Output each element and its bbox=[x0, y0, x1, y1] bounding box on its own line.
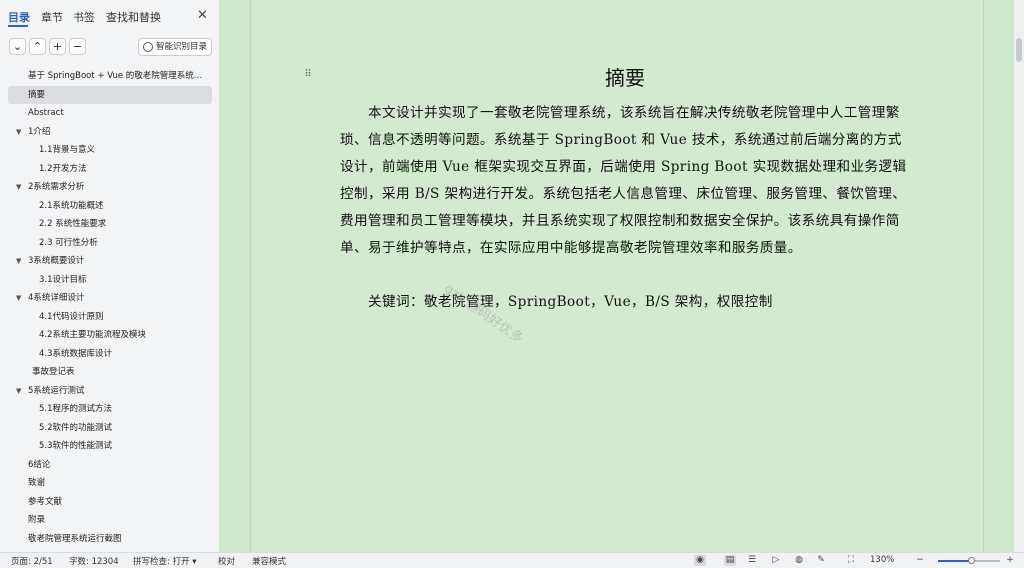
smart-toc-button[interactable]: 智能识别目录 bbox=[138, 38, 212, 56]
tab-toc[interactable]: 目录 bbox=[8, 9, 30, 25]
toc-item-label: 1.2开发方法 bbox=[39, 163, 87, 174]
expand-caret-icon[interactable]: ▼ bbox=[16, 382, 21, 401]
toc-item-label: 5.2软件的功能测试 bbox=[39, 422, 113, 433]
close-icon[interactable]: ✕ bbox=[197, 8, 208, 23]
toc-item[interactable]: 参考文献 bbox=[0, 493, 220, 512]
tab-find-replace[interactable]: 查找和替换 bbox=[106, 9, 161, 25]
toc-item[interactable]: ▼ 4系统详细设计 bbox=[0, 289, 220, 308]
drag-handle-icon[interactable]: ⠿ bbox=[302, 69, 314, 81]
page-view-icon[interactable]: ▤ bbox=[724, 555, 736, 566]
toc-item[interactable]: 附录 bbox=[0, 511, 220, 530]
plus-icon[interactable]: + bbox=[49, 38, 66, 55]
toc-item[interactable]: ▼ 1介绍 bbox=[0, 123, 220, 142]
toc-item-label: 6结论 bbox=[28, 459, 51, 470]
toc-item[interactable]: ▼ 3系统概要设计 bbox=[0, 252, 220, 271]
toc-item[interactable]: Abstract bbox=[0, 104, 220, 123]
toc-item[interactable]: 2.1系统功能概述 bbox=[0, 197, 220, 216]
toc-item-label: 事故登记表 bbox=[32, 367, 75, 377]
chevron-down-icon[interactable]: ⌄ bbox=[9, 38, 26, 55]
scrollbar-thumb[interactable] bbox=[1016, 38, 1022, 62]
expand-caret-icon[interactable]: ▼ bbox=[16, 252, 21, 271]
minus-icon[interactable]: − bbox=[69, 38, 86, 55]
vertical-scrollbar[interactable] bbox=[1014, 0, 1024, 552]
toc-item-label: 敬老院管理系统运行截图 bbox=[28, 533, 122, 544]
toc-item-label: Abstract bbox=[28, 108, 64, 118]
toc-item[interactable]: 摘要 bbox=[8, 85, 212, 104]
expand-caret-icon[interactable]: ▼ bbox=[16, 289, 21, 308]
spellcheck-label: 拼写检查: 打开 bbox=[133, 557, 190, 567]
word-count[interactable]: 字数: 12304 bbox=[69, 555, 119, 567]
play-icon[interactable]: ▷ bbox=[770, 555, 782, 566]
toc-item[interactable]: 1.1背景与意义 bbox=[0, 141, 220, 160]
eye-protection-icon[interactable]: ◉ bbox=[694, 555, 706, 566]
toc-item[interactable]: ▼ 5系统运行测试 bbox=[0, 382, 220, 401]
smart-recognize-icon bbox=[143, 42, 153, 52]
abstract-paragraph: 本文设计并实现了一套敬老院管理系统，该系统旨在解决传统敬老院管理中人工管理繁琐、… bbox=[340, 105, 907, 256]
outline-view-icon[interactable]: ☰ bbox=[746, 555, 758, 566]
toc-item-label: 4.3系统数据库设计 bbox=[39, 348, 113, 359]
zoom-out-icon[interactable]: − bbox=[914, 555, 926, 566]
toc-item[interactable]: 4.3系统数据库设计 bbox=[0, 345, 220, 364]
toc-item-label: 1.1背景与意义 bbox=[39, 145, 96, 155]
toc-item[interactable]: 致谢 bbox=[0, 474, 220, 493]
toc-item-label: 5.1程序的测试方法 bbox=[39, 404, 113, 414]
toc-item[interactable]: ▼ 2系统需求分析 bbox=[0, 178, 220, 197]
status-bar: 页面: 2/51 字数: 12304 拼写检查: 打开 ▾ 校对 兼容模式 ◉ … bbox=[0, 552, 1024, 568]
active-tab-indicator bbox=[8, 25, 28, 27]
toc-item[interactable]: 基于 SpringBoot + Vue 的敬老院管理系统的设计与实现 bbox=[0, 67, 220, 86]
toc-item-label: 4.2系统主要功能流程及模块 bbox=[39, 330, 147, 340]
toc-item[interactable]: 6结论 bbox=[0, 456, 220, 475]
toc-item-label: 摘要 bbox=[28, 89, 46, 100]
proofread-button[interactable]: 校对 bbox=[218, 555, 235, 567]
toc-item-label: 2.3 可行性分析 bbox=[39, 237, 98, 248]
expand-caret-icon[interactable]: ▼ bbox=[16, 178, 21, 197]
toc-item-label: 4.1代码设计原则 bbox=[39, 311, 104, 322]
toc-item-label: 致谢 bbox=[28, 478, 46, 488]
toc-item-label: 基于 SpringBoot + Vue 的敬老院管理系统的设计与实现 bbox=[28, 71, 220, 81]
chevron-down-icon: ▾ bbox=[192, 557, 197, 567]
web-view-icon[interactable]: ◍ bbox=[793, 555, 805, 566]
toc-item[interactable]: 3.1设计目标 bbox=[0, 271, 220, 290]
spellcheck-toggle[interactable]: 拼写检查: 打开 ▾ bbox=[133, 555, 197, 567]
fit-page-icon[interactable]: ⛶ bbox=[845, 555, 857, 566]
toc-item-label: 参考文献 bbox=[28, 496, 63, 507]
navigation-pane: 目录 章节 书签 查找和替换 ✕ ⌄ ⌃ + − 智能识别目录 基于 Sprin… bbox=[0, 0, 220, 552]
toc-item[interactable]: 5.2软件的功能测试 bbox=[0, 419, 220, 438]
toc-item[interactable]: 2.2 系统性能要求 bbox=[0, 215, 220, 234]
toc-item-label: 3系统概要设计 bbox=[28, 256, 85, 266]
toc-item-label: 2.1系统功能概述 bbox=[39, 200, 104, 211]
tab-bookmarks[interactable]: 书签 bbox=[73, 9, 95, 25]
toc-item[interactable]: 4.2系统主要功能流程及模块 bbox=[0, 326, 220, 345]
toc-item[interactable]: 1.2开发方法 bbox=[0, 160, 220, 179]
chevron-up-icon[interactable]: ⌃ bbox=[29, 38, 46, 55]
toc-item-label: 附录 bbox=[28, 515, 46, 525]
toc-item-label: 3.1设计目标 bbox=[39, 274, 87, 285]
zoom-in-icon[interactable]: + bbox=[1004, 555, 1016, 566]
toc-item-label: 1介绍 bbox=[28, 126, 51, 137]
zoom-slider[interactable] bbox=[938, 557, 1000, 564]
nav-tabs: 目录 章节 书签 查找和替换 ✕ bbox=[0, 0, 220, 32]
toc-item[interactable]: 4.1代码设计原则 bbox=[0, 308, 220, 327]
toc-item-label: 5.3软件的性能测试 bbox=[39, 441, 113, 451]
document-heading: 摘要 bbox=[605, 66, 645, 90]
zoom-slider-knob[interactable] bbox=[968, 557, 976, 564]
toc-item[interactable]: 5.3软件的性能测试 bbox=[0, 437, 220, 456]
toc-item[interactable]: 2.3 可行性分析 bbox=[0, 234, 220, 253]
toc-item[interactable]: 5.1程序的测试方法 bbox=[0, 400, 220, 419]
toc-item-label: 4系统详细设计 bbox=[28, 293, 85, 303]
expand-caret-icon[interactable]: ▼ bbox=[16, 123, 21, 142]
zoom-slider-fill bbox=[938, 560, 973, 562]
compat-mode-label: 兼容模式 bbox=[252, 557, 287, 567]
tab-chapters[interactable]: 章节 bbox=[41, 9, 63, 25]
toc-item-label: 2系统需求分析 bbox=[28, 182, 85, 192]
toc-item[interactable]: 事故登记表 bbox=[0, 363, 220, 382]
toc-item-label: 5系统运行测试 bbox=[28, 385, 85, 396]
smart-toc-label: 智能识别目录 bbox=[156, 42, 208, 52]
toc-list: 基于 SpringBoot + Vue 的敬老院管理系统的设计与实现摘要 Abst… bbox=[0, 67, 220, 548]
zoom-level[interactable]: 130% bbox=[870, 555, 894, 565]
pen-icon[interactable]: ✎ bbox=[815, 555, 827, 566]
toc-item-label: 2.2 系统性能要求 bbox=[39, 219, 107, 229]
toc-item[interactable]: 敬老院管理系统运行截图 bbox=[0, 530, 220, 549]
page-indicator[interactable]: 页面: 2/51 bbox=[11, 555, 53, 567]
